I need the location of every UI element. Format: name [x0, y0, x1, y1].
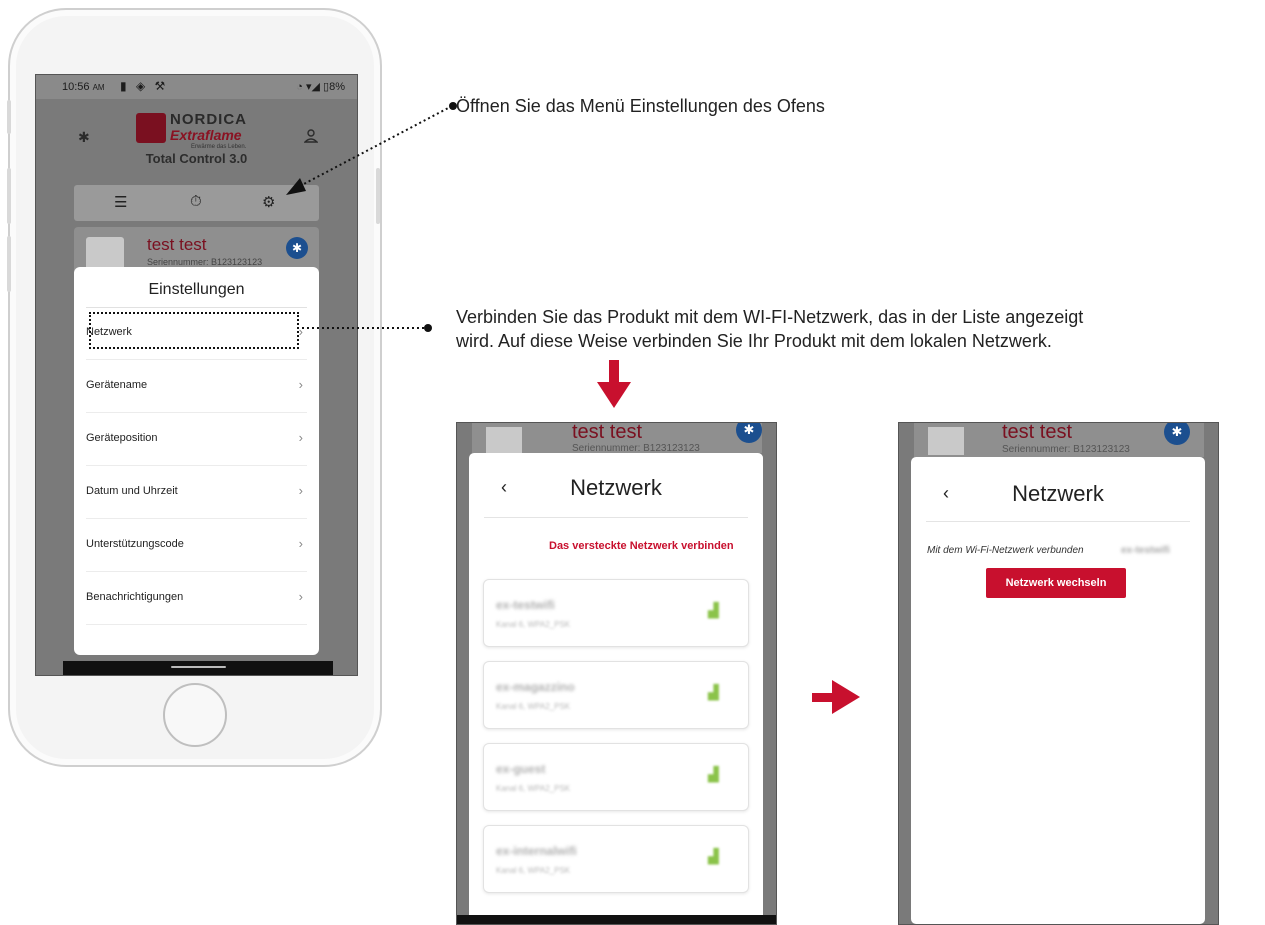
annotation-connect: Verbinden Sie das Produkt mit dem WI-FI-… [456, 305, 1256, 353]
network-sheet: ‹ Netzwerk Mit dem Wi-Fi-Netzwerk verbun… [911, 457, 1205, 924]
red-arrow-right-icon [812, 693, 834, 702]
wifi-ssid: ex-magazzino [496, 680, 575, 694]
annotation-open-settings: Öffnen Sie das Menü Einstellungen des Of… [456, 96, 825, 116]
wifi-details: Kanal 6, WPA2_PSK [496, 702, 571, 711]
wifi-signal-icon: ▟ [708, 602, 719, 618]
network-list-screen: test test Seriennummer: B123123123 ✱ ‹ N… [456, 422, 777, 925]
annotation-dot [424, 324, 432, 332]
switch-network-button[interactable]: Netzwerk wechseln [986, 568, 1126, 598]
wifi-network-item[interactable]: ex-internalwifi Kanal 6, WPA2_PSK ▟ [483, 825, 749, 893]
annotation-line: wird. Auf diese Weise verbinden Sie Ihr … [456, 331, 1052, 351]
stove-icon [928, 427, 964, 455]
connector-line [299, 105, 453, 187]
bluetooth-badge-icon: ✱ [1164, 423, 1190, 445]
network-title: Netzwerk [570, 475, 662, 500]
wifi-ssid: ex-testwifi [496, 598, 555, 612]
annotation-line: Verbinden Sie das Produkt mit dem WI-FI-… [456, 307, 1084, 327]
red-arrow-right-head [832, 680, 860, 714]
connected-screen: test test Seriennummer: B123123123 ✱ ‹ N… [898, 422, 1219, 925]
wifi-network-item[interactable]: ex-guest Kanal 6, WPA2_PSK ▟ [483, 743, 749, 811]
wifi-ssid: ex-guest [496, 762, 546, 776]
divider [484, 517, 748, 518]
divider [926, 521, 1190, 522]
device-name: test test [572, 422, 643, 443]
device-card: test test Seriennummer: B123123123 ✱ [914, 423, 1204, 457]
connected-ssid: ex-testwifi [1121, 545, 1170, 556]
network-sheet: ‹ Netzwerk Das versteckte Netzwerk verbi… [469, 453, 763, 924]
wifi-details: Kanal 6, WPA2_PSK [496, 866, 571, 875]
wifi-network-item[interactable]: ex-testwifi Kanal 6, WPA2_PSK ▟ [483, 579, 749, 647]
stove-icon [486, 427, 522, 453]
device-card: test test Seriennummer: B123123123 ✱ [472, 422, 762, 454]
arrow-head [286, 178, 306, 195]
bluetooth-badge-icon: ✱ [736, 423, 762, 443]
wifi-signal-icon: ▟ [708, 848, 719, 864]
wifi-details: Kanal 6, WPA2_PSK [496, 784, 571, 793]
wifi-signal-icon: ▟ [708, 766, 719, 782]
wifi-signal-icon: ▟ [708, 684, 719, 700]
red-arrow-down-head [597, 382, 631, 408]
red-arrow-down-icon [609, 360, 619, 384]
connected-label: Mit dem Wi-Fi-Netzwerk verbunden [927, 545, 1084, 556]
device-serial: Seriennummer: B123123123 [1002, 444, 1130, 455]
wifi-details: Kanal 6, WPA2_PSK [496, 620, 571, 629]
wifi-ssid: ex-internalwifi [496, 844, 577, 858]
network-title: Netzwerk [1012, 481, 1104, 506]
wifi-network-item[interactable]: ex-magazzino Kanal 6, WPA2_PSK ▟ [483, 661, 749, 729]
device-name: test test [1002, 422, 1073, 443]
hidden-network-link[interactable]: Das versteckte Netzwerk verbinden [549, 540, 734, 552]
